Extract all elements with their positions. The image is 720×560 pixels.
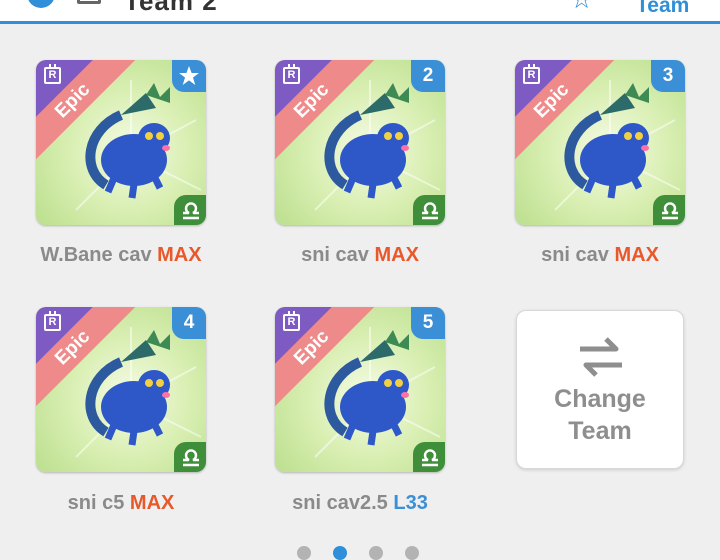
team-title: Team 2 (124, 0, 218, 16)
monster-name: sni cav (541, 244, 609, 266)
slot-number-badge: 4 (172, 307, 206, 339)
libra-icon (662, 202, 678, 220)
page-dot[interactable] (405, 546, 419, 560)
slot-number-badge: 5 (411, 307, 445, 339)
rarity-badge-icon: R (283, 311, 300, 331)
change-team-button[interactable]: Change Team (516, 310, 684, 469)
monster-card-1[interactable]: Epic R (36, 60, 206, 225)
slot-number-badge: 3 (651, 60, 685, 92)
monster-portrait: Epic R 2 (275, 60, 445, 225)
swap-arrows-icon (580, 337, 622, 377)
team-tab-label[interactable]: Team (636, 0, 689, 18)
element-badge (413, 195, 445, 225)
element-badge (174, 195, 206, 225)
monster-portrait: Epic R 3 (515, 60, 685, 225)
team-icon (77, 0, 101, 4)
element-badge (174, 442, 206, 472)
favorite-star-icon[interactable]: ☆ (570, 0, 593, 15)
element-badge (653, 195, 685, 225)
monster-name: sni c5 (67, 492, 125, 514)
monster-level: MAX (374, 244, 419, 266)
monster-portrait: Epic R 5 (275, 307, 445, 472)
page-dot[interactable] (333, 546, 347, 560)
monster-level: L33 (393, 492, 428, 514)
monster-portrait: Epic R 4 (36, 307, 206, 472)
slot-star-badge (172, 60, 206, 92)
page-indicator (297, 546, 437, 560)
monster-portrait: Epic R (36, 60, 206, 225)
top-bar: Team 2 ☆ Team (0, 0, 720, 24)
monster-level: MAX (129, 492, 175, 514)
rarity-badge-icon: R (283, 64, 300, 84)
slot-number-badge: 2 (411, 60, 445, 92)
monster-caption-4: sni c5 MAX (1, 492, 241, 515)
change-team-label: Change Team (517, 383, 683, 447)
libra-icon (422, 202, 438, 220)
rarity-badge-icon: R (44, 64, 61, 84)
libra-icon (183, 202, 199, 220)
rarity-badge-icon: R (44, 311, 61, 331)
change-team-line1: Change (554, 385, 646, 413)
monster-name: W.Bane cav (40, 244, 152, 266)
monster-name: sni cav (301, 244, 369, 266)
monster-caption-5: sni cav2.5 L33 (240, 492, 480, 515)
monster-caption-3: sni cav MAX (480, 244, 720, 267)
monster-card-3[interactable]: Epic R 3 (515, 60, 685, 225)
monster-caption-2: sni cav MAX (240, 244, 480, 267)
monster-name: sni cav2.5 (292, 492, 388, 514)
star-icon (179, 66, 199, 85)
change-team-line2: Team (568, 417, 632, 445)
back-circle-icon[interactable] (27, 0, 55, 8)
libra-icon (183, 449, 199, 467)
page-dot[interactable] (369, 546, 383, 560)
monster-card-4[interactable]: Epic R 4 (36, 307, 206, 472)
element-badge (413, 442, 445, 472)
monster-caption-1: W.Bane cav MAX (1, 244, 241, 267)
rarity-badge-icon: R (523, 64, 540, 84)
libra-icon (422, 449, 438, 467)
monster-card-2[interactable]: Epic R 2 (275, 60, 445, 225)
page-dot[interactable] (297, 546, 311, 560)
monster-card-5[interactable]: Epic R 5 (275, 307, 445, 472)
monster-level: MAX (614, 244, 659, 266)
monster-level: MAX (157, 244, 202, 266)
